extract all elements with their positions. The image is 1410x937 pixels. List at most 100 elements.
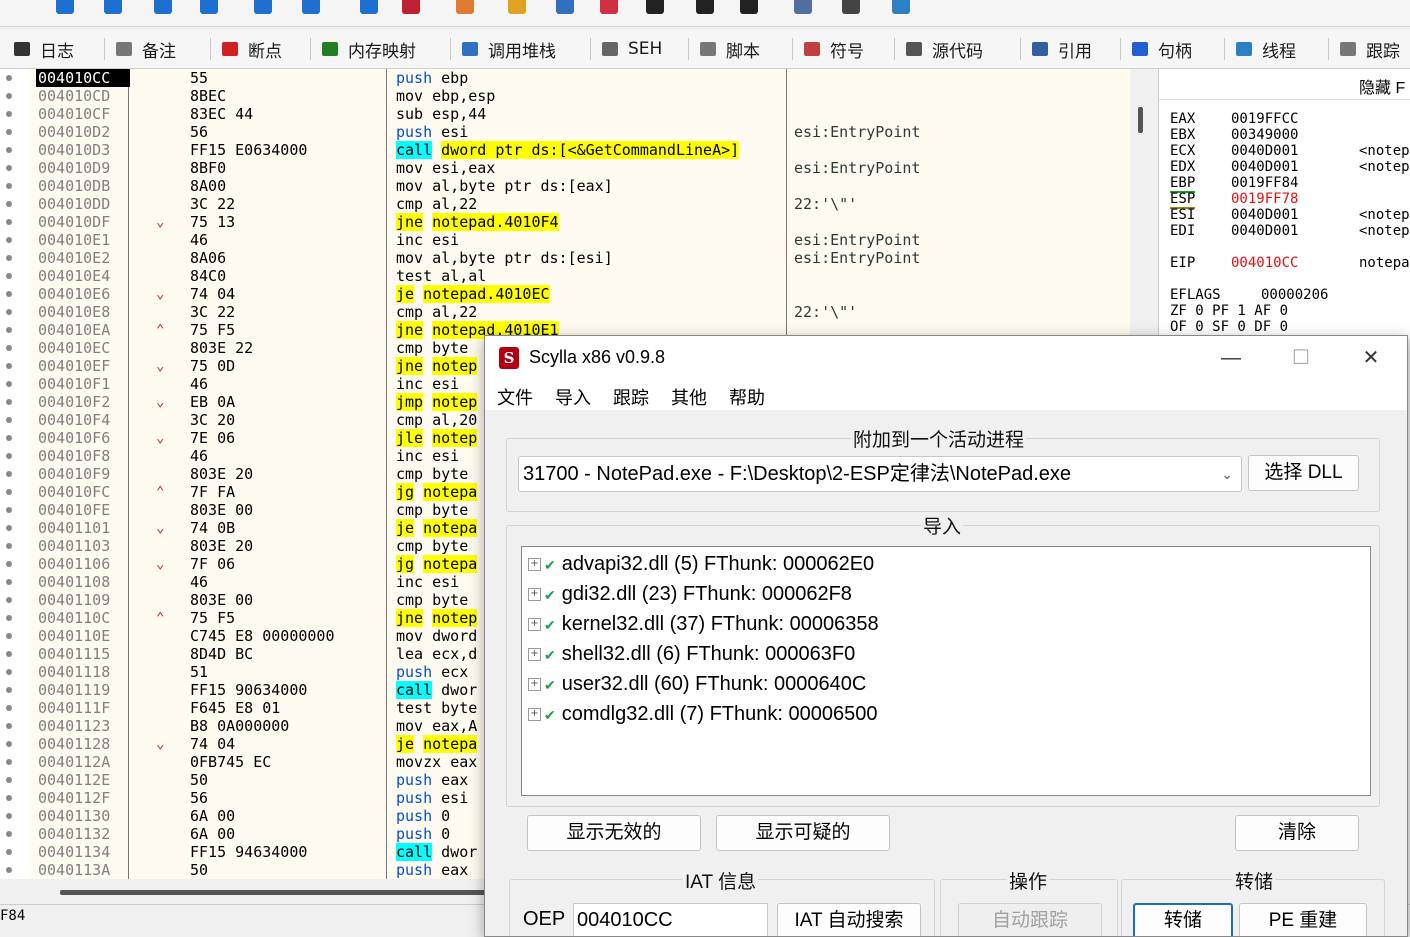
row-address[interactable]: 0040111F	[36, 699, 130, 717]
gutter-marker[interactable]	[6, 489, 12, 495]
disasm-row[interactable]: 004010CF 83EC 44 sub esp,44	[30, 105, 1130, 123]
gutter-marker[interactable]	[6, 849, 12, 855]
row-address[interactable]: 0040110E	[36, 627, 130, 645]
row-address[interactable]: 0040110C	[36, 609, 130, 627]
row-address[interactable]: 00401108	[36, 573, 130, 591]
disasm-row[interactable]: 004010DB 8A00 mov al,byte ptr ds:[eax]	[30, 177, 1130, 195]
row-address[interactable]: 004010E6	[36, 285, 130, 303]
disasm-row[interactable]: 004010DD 3C 22 cmp al,22 22:'\"'	[30, 195, 1130, 213]
imports-tree[interactable]: + ✔ advapi32.dll (5) FThunk: 000062E0 + ✔ gdi…	[521, 546, 1371, 796]
step-into-icon[interactable]	[150, 0, 176, 18]
script-icon[interactable]	[452, 0, 478, 18]
row-address[interactable]: 004010DF	[36, 213, 130, 231]
settings-icon[interactable]	[838, 0, 864, 18]
expand-icon[interactable]: +	[528, 678, 541, 692]
tab-handles[interactable]: 句柄	[1132, 30, 1192, 68]
tab-script[interactable]: 脚本	[700, 30, 760, 68]
import-module-row[interactable]: + ✔ kernel32.dll (37) FThunk: 00006358	[528, 609, 879, 639]
gutter-marker[interactable]	[6, 831, 12, 837]
hash-icon[interactable]	[692, 0, 718, 18]
registers-header[interactable]: 隐藏 F	[1159, 69, 1410, 100]
row-address[interactable]: 004010E4	[36, 267, 130, 285]
register-value[interactable]: 0040D001	[1231, 223, 1298, 239]
gutter-marker[interactable]	[6, 759, 12, 765]
import-module-row[interactable]: + ✔ advapi32.dll (5) FThunk: 000062E0	[528, 549, 874, 579]
row-address[interactable]: 0040112F	[36, 789, 130, 807]
row-address[interactable]: 00401130	[36, 807, 130, 825]
gutter-marker[interactable]	[6, 345, 12, 351]
row-address[interactable]: 004010F6	[36, 429, 130, 447]
gutter-marker[interactable]	[6, 435, 12, 441]
row-address[interactable]: 004010EF	[36, 357, 130, 375]
expand-icon[interactable]: +	[528, 708, 541, 722]
gutter-marker[interactable]	[6, 543, 12, 549]
close-button[interactable]: ✕	[1341, 342, 1401, 374]
run-to-user-icon[interactable]	[52, 0, 78, 18]
register-row[interactable]: EBX 00349000	[1159, 127, 1410, 143]
register-value[interactable]: 0040D001	[1231, 207, 1298, 223]
title-bar[interactable]: S Scylla x86 v0.9.8 — ☐ ✕	[485, 336, 1407, 380]
row-address[interactable]: 00401132	[36, 825, 130, 843]
breakpoint-gutter[interactable]	[0, 69, 31, 879]
tab-notes[interactable]: 备注	[116, 30, 176, 68]
gutter-marker[interactable]	[6, 291, 12, 297]
gutter-marker[interactable]	[6, 255, 12, 261]
disasm-row[interactable]: 004010D2 56 push esi esi:EntryPoint	[30, 123, 1130, 141]
gutter-marker[interactable]	[6, 183, 12, 189]
row-address[interactable]: 004010F1	[36, 375, 130, 393]
execute-till-return-icon[interactable]	[356, 0, 382, 18]
tab-trace[interactable]: 跟踪	[1340, 30, 1400, 68]
disasm-row[interactable]: 004010E2 8A06 mov al,byte ptr ds:[esi] esi:…	[30, 249, 1130, 267]
register-value[interactable]: 00349000	[1231, 127, 1298, 143]
hide-fpu-toggle[interactable]: 隐藏 F	[1359, 74, 1405, 98]
gutter-marker[interactable]	[6, 417, 12, 423]
row-address[interactable]: 004010F9	[36, 465, 130, 483]
select-dll-button[interactable]: 选择 DLL	[1248, 455, 1359, 491]
disasm-row[interactable]: 004010CC 55 push ebp	[30, 69, 1130, 87]
row-address[interactable]: 004010E8	[36, 303, 130, 321]
gutter-marker[interactable]	[6, 75, 12, 81]
gutter-marker[interactable]	[6, 777, 12, 783]
register-value[interactable]: 0019FFCC	[1231, 111, 1298, 127]
disasm-row[interactable]: 004010D9 8BF0 mov esi,eax esi:EntryPoint	[30, 159, 1130, 177]
register-row[interactable]: EDI 0040D001 <notep	[1159, 223, 1410, 239]
show-invalid-button[interactable]: 显示无效的	[527, 815, 701, 851]
step-over-icon[interactable]	[196, 0, 222, 18]
show-suspect-button[interactable]: 显示可疑的	[716, 815, 890, 851]
gutter-marker[interactable]	[6, 93, 12, 99]
gutter-marker[interactable]	[6, 165, 12, 171]
expand-icon[interactable]: +	[528, 558, 541, 572]
register-row[interactable]: ESI 0040D001 <notep	[1159, 207, 1410, 223]
gutter-marker[interactable]	[6, 237, 12, 243]
gutter-marker[interactable]	[6, 525, 12, 531]
gutter-marker[interactable]	[6, 147, 12, 153]
import-module-row[interactable]: + ✔ gdi32.dll (23) FThunk: 000062F8	[528, 579, 852, 609]
row-address[interactable]: 004010FE	[36, 501, 130, 519]
row-address[interactable]: 004010F2	[36, 393, 130, 411]
row-address[interactable]: 00401123	[36, 717, 130, 735]
register-value[interactable]: 0019FF78	[1231, 191, 1298, 207]
gutter-marker[interactable]	[6, 795, 12, 801]
tab-log[interactable]: 日志	[14, 30, 74, 68]
menu-item[interactable]: 帮助	[729, 384, 765, 410]
menu-item[interactable]: 跟踪	[613, 384, 649, 410]
import-module-row[interactable]: + ✔ comdlg32.dll (7) FThunk: 00006500	[528, 699, 877, 729]
register-row[interactable]: EDX 0040D001 <notep	[1159, 159, 1410, 175]
globe-icon[interactable]	[888, 0, 914, 18]
auto-trace-button[interactable]: 自动跟踪	[958, 903, 1102, 936]
gutter-marker[interactable]	[6, 651, 12, 657]
gutter-marker[interactable]	[6, 741, 12, 747]
row-address[interactable]: 004010EC	[36, 339, 130, 357]
gutter-marker[interactable]	[6, 381, 12, 387]
register-value[interactable]: 0040D001	[1231, 143, 1298, 159]
register-value[interactable]: 0019FF84	[1231, 175, 1298, 191]
gutter-marker[interactable]	[6, 507, 12, 513]
tab-references[interactable]: 引用	[1032, 30, 1092, 68]
pe-rebuild-button[interactable]: PE 重建	[1239, 903, 1367, 936]
row-address[interactable]: 004010D2	[36, 123, 130, 141]
gutter-marker[interactable]	[6, 561, 12, 567]
tab-threads[interactable]: 线程	[1236, 30, 1296, 68]
gutter-marker[interactable]	[6, 723, 12, 729]
gutter-marker[interactable]	[6, 579, 12, 585]
maximize-button[interactable]: ☐	[1271, 342, 1331, 374]
